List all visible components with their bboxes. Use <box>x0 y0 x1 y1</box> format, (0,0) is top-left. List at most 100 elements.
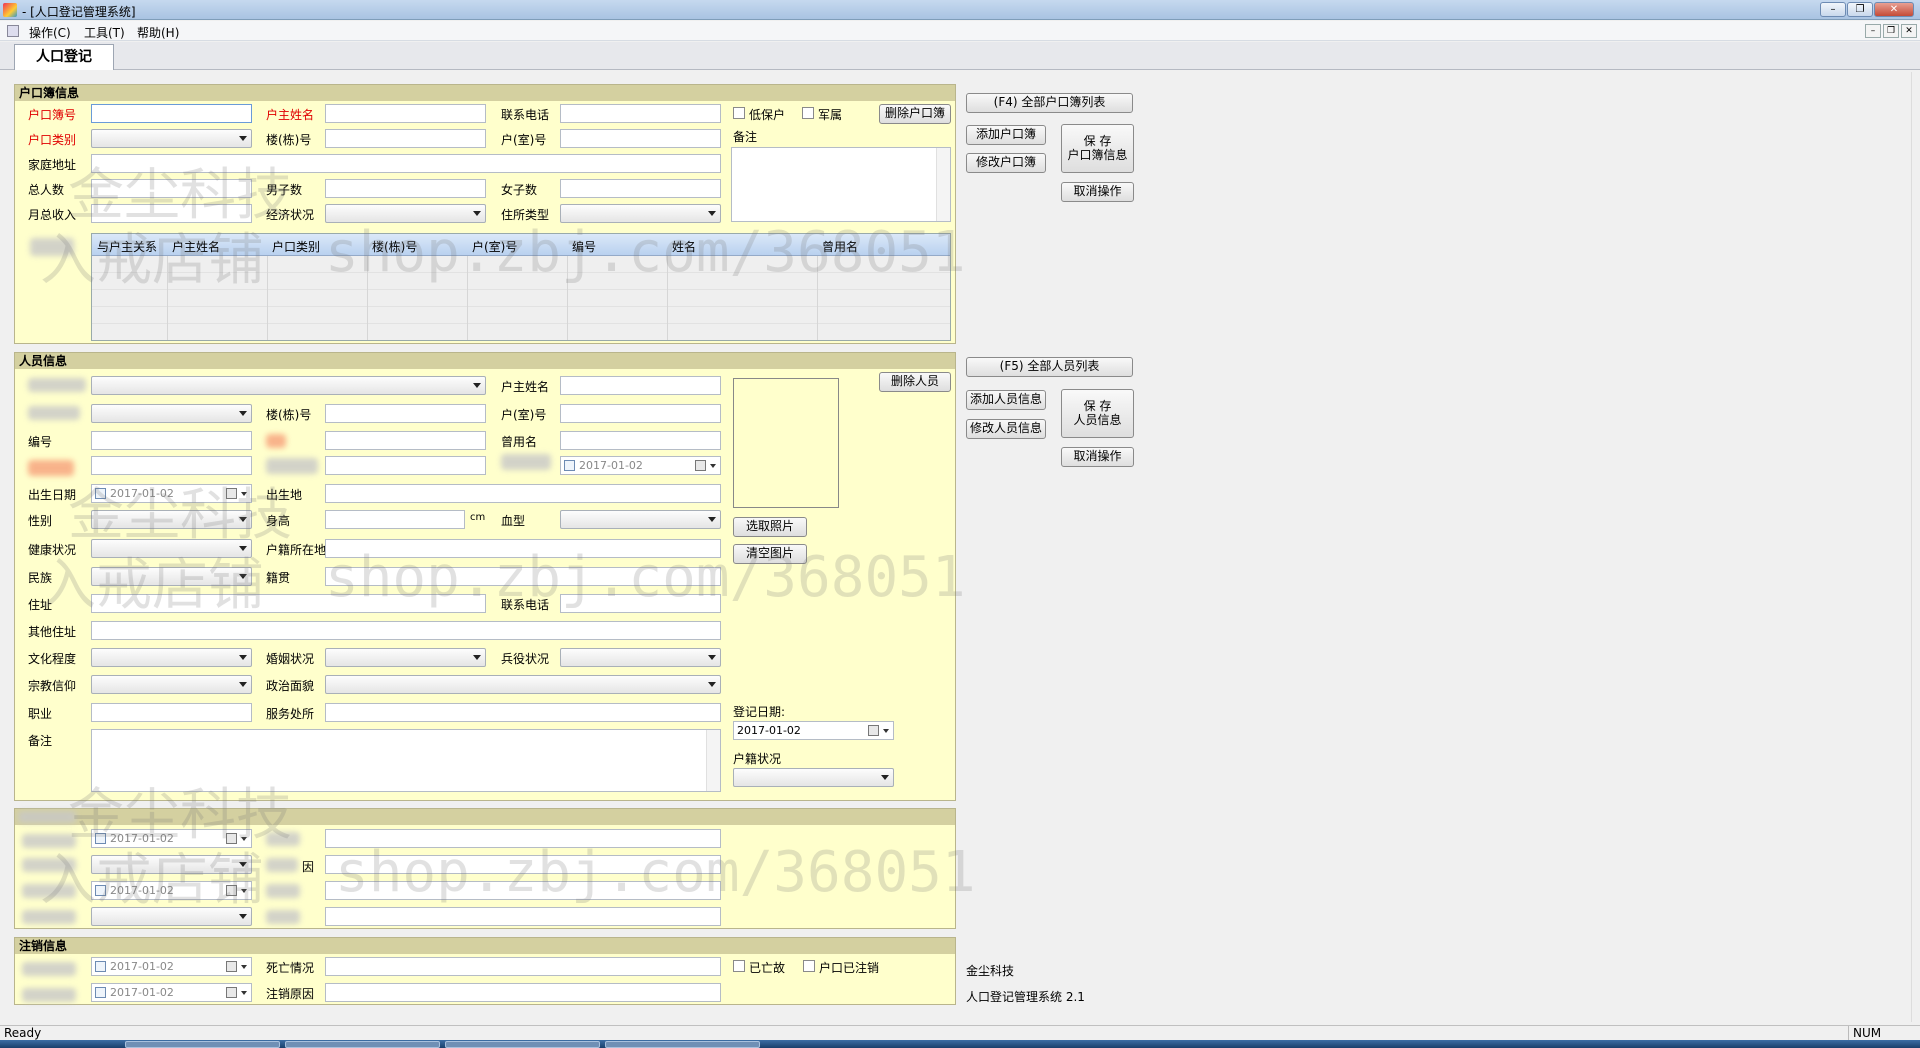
income-input[interactable] <box>91 204 252 223</box>
right-scrollbar[interactable] <box>1911 72 1920 1022</box>
date-field-1[interactable]: 2017-01-02 <box>560 456 721 475</box>
person-remark-textarea[interactable] <box>91 729 721 792</box>
building-input[interactable] <box>325 129 486 148</box>
blood-select[interactable] <box>560 510 721 529</box>
male-input[interactable] <box>325 179 486 198</box>
low-income-checkbox[interactable] <box>733 107 745 119</box>
save-household-button[interactable]: 保 存 户口簿信息 <box>1061 124 1134 173</box>
deceased-checkbox[interactable] <box>733 960 745 972</box>
hukou-status-select[interactable] <box>733 768 894 787</box>
person-address-input[interactable] <box>91 594 486 613</box>
taskbar-item[interactable] <box>125 1041 280 1048</box>
close-icon[interactable]: ✕ <box>1874 2 1914 17</box>
register-date-field[interactable]: 2017-01-02 <box>733 721 894 740</box>
taskbar-item[interactable] <box>445 1041 600 1048</box>
head-name-input[interactable] <box>325 104 486 123</box>
height-input[interactable] <box>325 510 465 529</box>
taskbar-item[interactable] <box>285 1041 440 1048</box>
migration-select-1[interactable] <box>91 855 252 874</box>
category-select[interactable] <box>91 129 252 148</box>
grid-col-relation[interactable]: 与户主关系 <box>97 238 157 255</box>
photo-box[interactable] <box>733 378 839 508</box>
migration-text-1[interactable] <box>325 829 721 848</box>
save-person-button[interactable]: 保 存 人员信息 <box>1061 389 1134 438</box>
cancel-household-button[interactable]: 取消操作 <box>1061 182 1134 202</box>
name-input[interactable] <box>325 431 486 450</box>
politics-select[interactable] <box>325 675 721 694</box>
military-service-select[interactable] <box>560 648 721 667</box>
grid-col-building[interactable]: 楼(栋)号 <box>372 238 417 255</box>
origin-input[interactable] <box>325 567 721 586</box>
migration-select-2[interactable] <box>91 907 252 926</box>
migration-date-1[interactable]: 2017-01-02 <box>91 829 252 848</box>
list-all-persons-button[interactable]: (F5) 全部人员列表 <box>966 357 1133 377</box>
add-person-button[interactable]: 添加人员信息 <box>966 390 1046 410</box>
person-building-input[interactable] <box>325 404 486 423</box>
ethnicity-select[interactable] <box>91 567 252 586</box>
person-category-select[interactable] <box>91 404 252 423</box>
add-household-button[interactable]: 添加户口簿 <box>966 125 1046 145</box>
clear-photo-button[interactable]: 清空图片 <box>733 544 807 564</box>
person-remark-scrollbar[interactable] <box>706 730 720 791</box>
marital-select[interactable] <box>325 648 486 667</box>
hukou-location-input[interactable] <box>325 539 721 558</box>
address-input[interactable] <box>91 154 721 173</box>
menu-operate[interactable]: 操作(C) <box>29 24 71 41</box>
grid-col-head-name[interactable]: 户主姓名 <box>172 238 220 255</box>
person-phone-input[interactable] <box>560 594 721 613</box>
cancellation-date-2[interactable]: 2017-01-02 <box>91 983 252 1002</box>
migration-text-2[interactable] <box>325 881 721 900</box>
workplace-input[interactable] <box>325 703 721 722</box>
grid-col-room[interactable]: 户(室)号 <box>472 238 517 255</box>
list-all-households-button[interactable]: (F4) 全部户口簿列表 <box>966 93 1133 113</box>
grid-col-category[interactable]: 户口类别 <box>272 238 320 255</box>
total-input[interactable] <box>91 179 252 198</box>
cancel-reason-input[interactable] <box>325 983 721 1002</box>
menu-help[interactable]: 帮助(H) <box>137 24 179 41</box>
cancel-person-button[interactable]: 取消操作 <box>1061 447 1134 467</box>
household-members-grid[interactable]: 与户主关系 户主姓名 户口类别 楼(栋)号 户(室)号 编号 姓名 曾用名 <box>91 233 951 341</box>
religion-select[interactable] <box>91 675 252 694</box>
room-input[interactable] <box>560 129 721 148</box>
other-address-input[interactable] <box>91 621 721 640</box>
health-select[interactable] <box>91 539 252 558</box>
relation-select[interactable] <box>91 376 486 395</box>
gender-select[interactable] <box>91 510 252 529</box>
tab-population-register[interactable]: 人口登记 <box>14 44 114 70</box>
unknown-input[interactable] <box>325 456 486 475</box>
restore-icon[interactable]: ❐ <box>1847 2 1873 17</box>
education-select[interactable] <box>91 648 252 667</box>
mdi-minimize-icon[interactable]: – <box>1865 24 1881 38</box>
migration-reason-input[interactable] <box>325 855 721 874</box>
former-name-input[interactable] <box>560 431 721 450</box>
birthplace-input[interactable] <box>325 484 721 503</box>
choose-photo-button[interactable]: 选取照片 <box>733 517 807 537</box>
person-room-input[interactable] <box>560 404 721 423</box>
menu-tools[interactable]: 工具(T) <box>84 24 125 41</box>
cancelled-checkbox[interactable] <box>803 960 815 972</box>
delete-household-button[interactable]: 删除户口簿 <box>879 104 951 124</box>
phone-input[interactable] <box>560 104 721 123</box>
birth-date-field[interactable]: 2017-01-02 <box>91 484 252 503</box>
grid-col-number[interactable]: 编号 <box>572 238 596 255</box>
migration-date-2[interactable]: 2017-01-02 <box>91 881 252 900</box>
edit-household-button[interactable]: 修改户口簿 <box>966 153 1046 173</box>
minimize-icon[interactable]: – <box>1820 2 1846 17</box>
grid-col-name[interactable]: 姓名 <box>672 238 696 255</box>
cancellation-date-1[interactable]: 2017-01-02 <box>91 957 252 976</box>
residence-type-select[interactable] <box>560 204 721 223</box>
household-remark-textarea[interactable] <box>731 147 951 222</box>
mdi-restore-icon[interactable]: ❐ <box>1883 24 1899 38</box>
grid-col-former-name[interactable]: 曾用名 <box>822 238 858 255</box>
economy-select[interactable] <box>325 204 486 223</box>
taskbar-item[interactable] <box>605 1041 760 1048</box>
occupation-input[interactable] <box>91 703 252 722</box>
migration-text-3[interactable] <box>325 907 721 926</box>
female-input[interactable] <box>560 179 721 198</box>
id-input[interactable] <box>91 456 252 475</box>
remark-scrollbar[interactable] <box>936 148 950 221</box>
book-no-input[interactable] <box>91 104 252 123</box>
military-checkbox[interactable] <box>802 107 814 119</box>
number-input[interactable] <box>91 431 252 450</box>
mdi-doc-icon[interactable] <box>7 25 19 37</box>
